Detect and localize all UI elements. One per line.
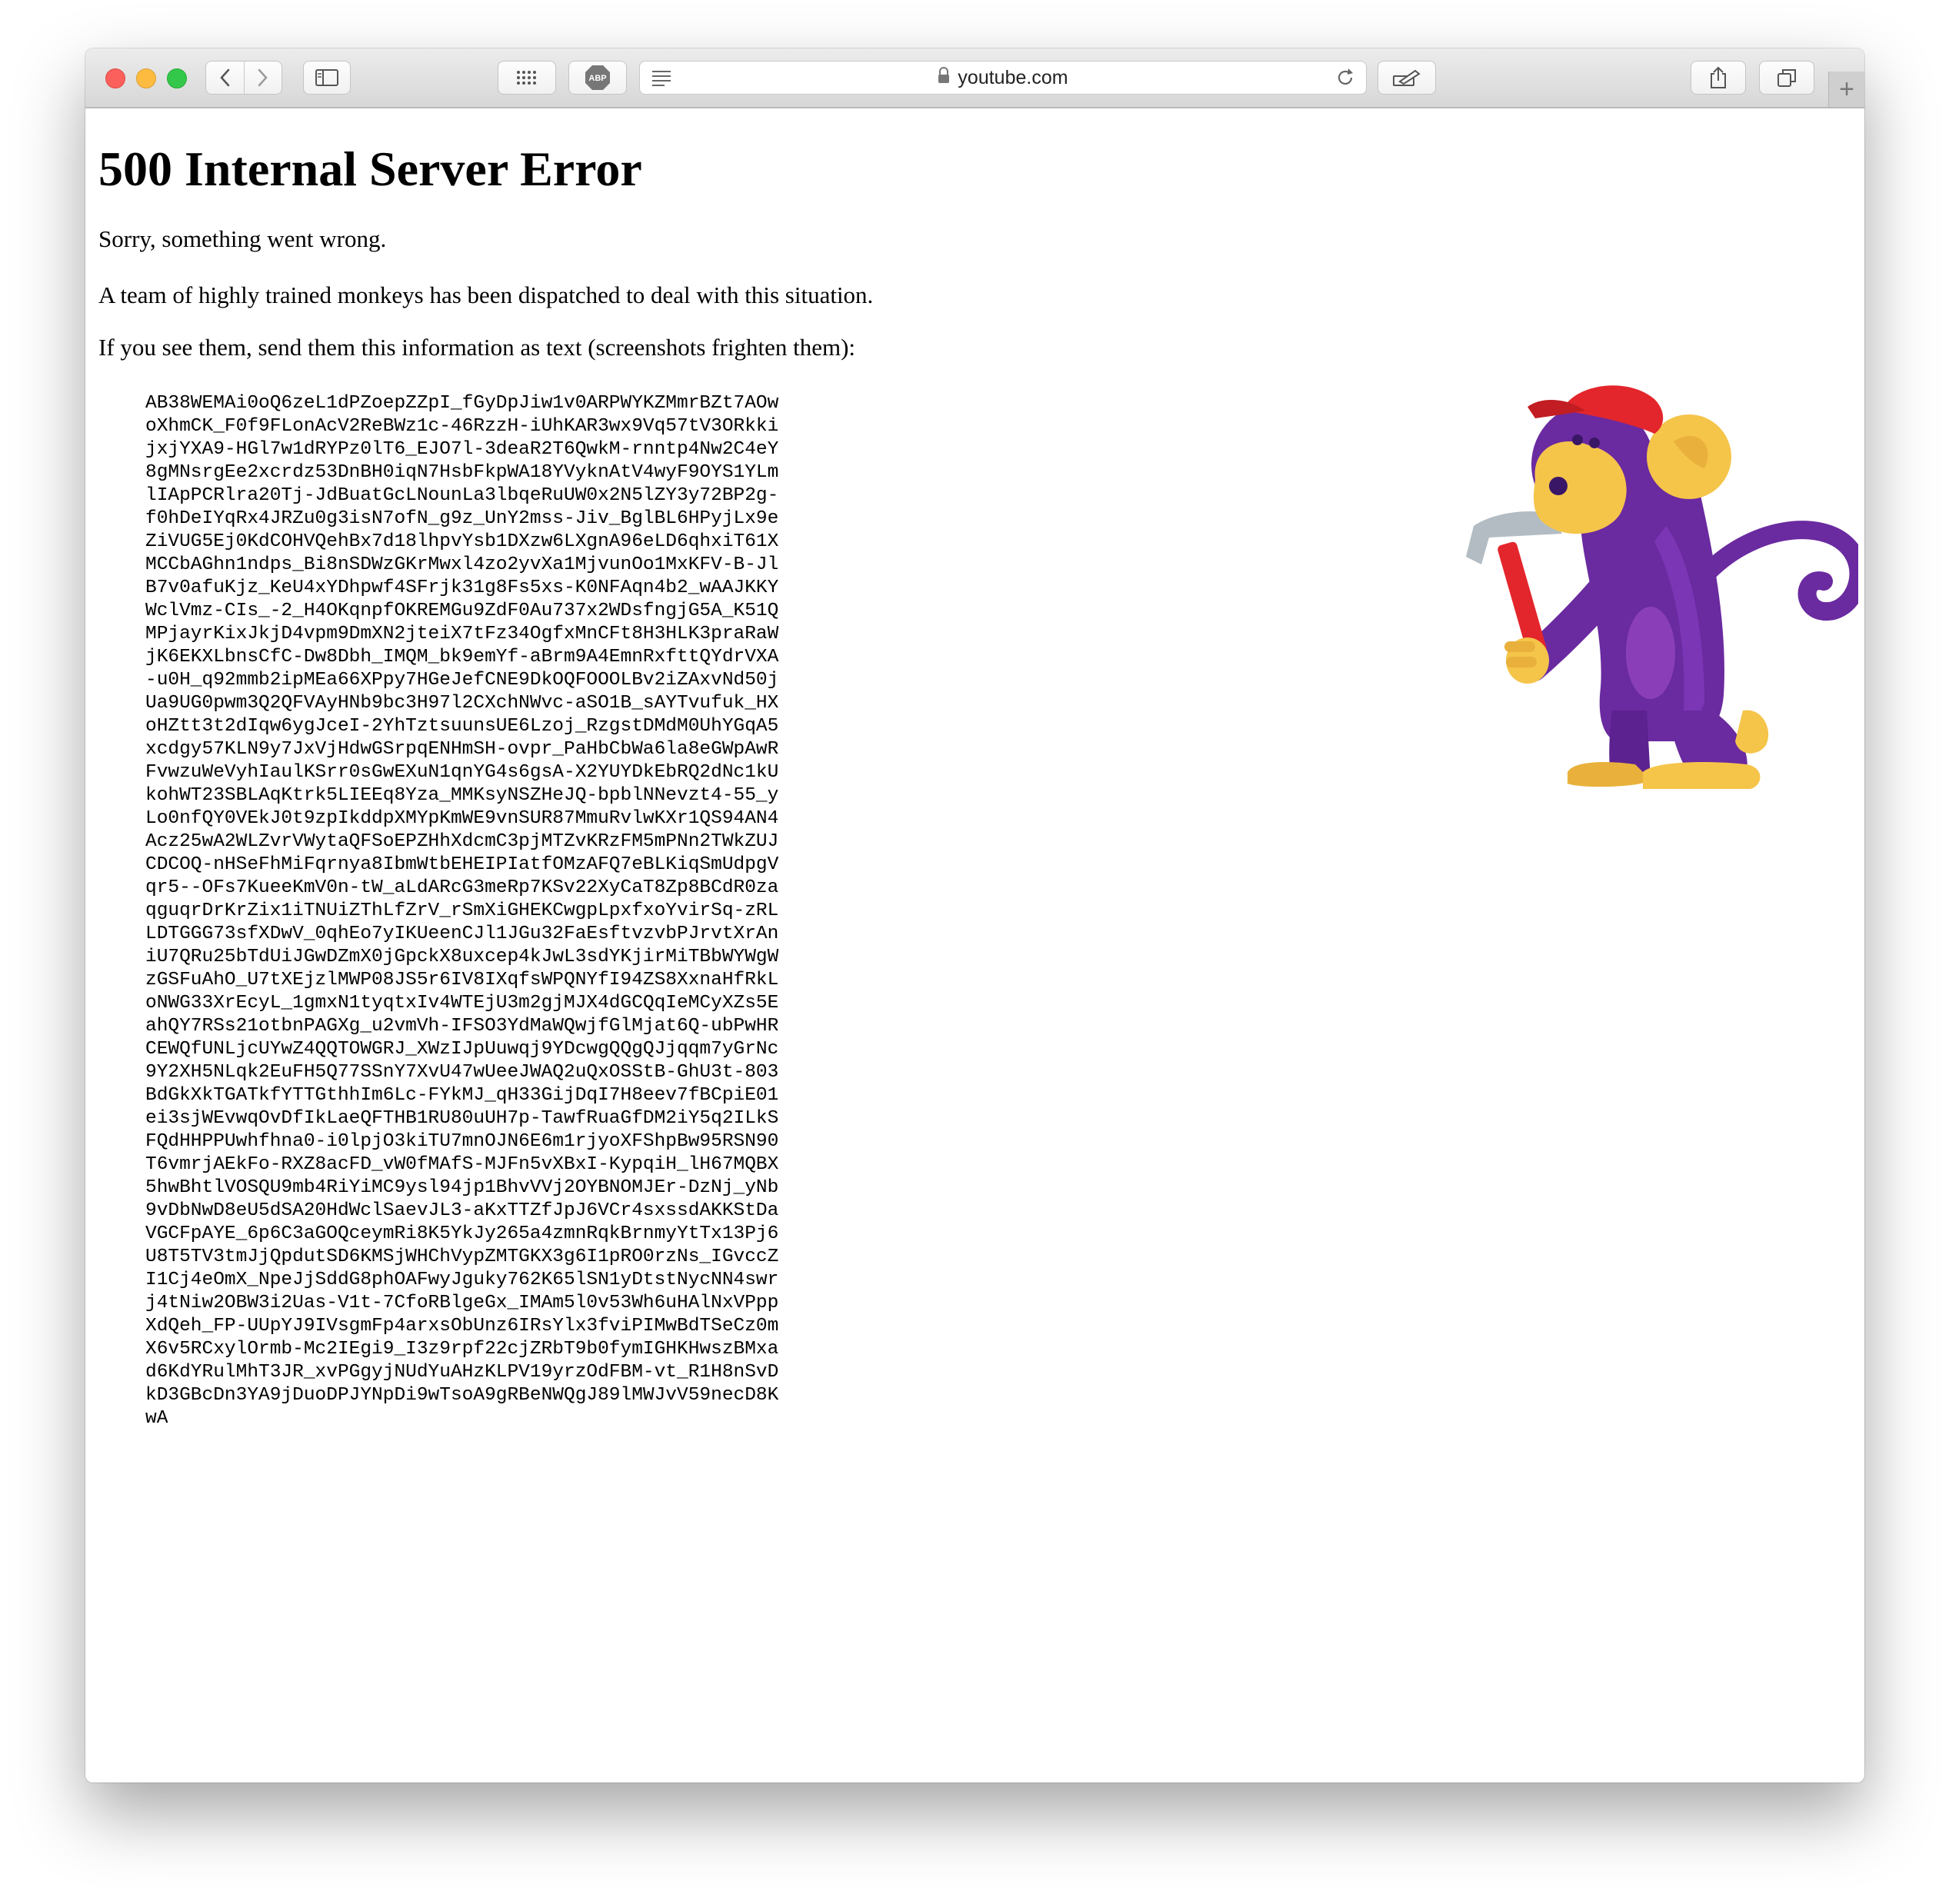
debug-info-line: iU7QRu25bTdUiJGwDZmX0jGpckX8uxcep4kJwL3s… (145, 947, 779, 967)
adblock-label: ABP (588, 74, 606, 83)
chevron-right-icon (258, 68, 268, 87)
debug-info-line: BdGkXkTGATkfYTTGthhIm6Lc-FYkMJ_qH33GijDq… (145, 1085, 779, 1106)
back-forward-group (205, 61, 282, 95)
monkey-illustration (1466, 385, 1858, 789)
share-icon (1711, 66, 1726, 88)
adblock-extension-button[interactable]: ABP (568, 61, 627, 95)
debug-info-line: zGSFuAhO_U7tXEjzlMWP08JS5r6IV8IXqfsWPQNY… (145, 970, 779, 990)
page-content: 500 Internal Server Error Sorry, somethi… (85, 108, 1864, 1783)
debug-info-line: U8T5TV3tmJjQpdutSD6KMSjWHChVypZMTGKX3g6I… (145, 1247, 779, 1267)
browser-window: ABP youtube.com + 500 Internal Server Er… (85, 48, 1864, 1783)
debug-info-line: CEWQfUNLjcUYwZ4QQTOWGRJ_XWzIJpUuwqj9YDcw… (145, 1039, 779, 1060)
instructions-message: If you see them, send them this informat… (98, 334, 856, 361)
page-title: 500 Internal Server Error (98, 141, 642, 196)
debug-info-line: oXhmCK_F0f9FLonAcV2ReBWz1c-46RzzH-iUhKAR… (145, 416, 779, 437)
error-message: Sorry, something went wrong. (98, 225, 387, 252)
debug-info-line: XdQeh_FP-UUpYJ9IVsgmFp4arxsObUnz6IRsYlx3… (145, 1316, 779, 1336)
browser-toolbar: ABP youtube.com + (85, 48, 1864, 108)
back-button[interactable] (206, 62, 245, 94)
debug-info-line: oHZtt3t2dIqw6ygJceI-2YhTztsuunsUE6Lzoj_R… (145, 716, 779, 737)
top-sites-button[interactable] (498, 61, 556, 95)
tab-overview-button[interactable] (1759, 61, 1814, 95)
reload-icon[interactable] (1335, 68, 1355, 92)
monkey-belly (1626, 607, 1675, 699)
monkey-eye-left (1572, 434, 1583, 445)
debug-info-line: wA (145, 1408, 168, 1429)
debug-info-line: d6KdYRulMhT3JR_xvPGgyjNUdYuAHzKLPV19yrzO… (145, 1362, 779, 1383)
debug-info-line: qr5--OFs7KueeKmV0n-tW_aLdARcG3meRp7KSv22… (145, 877, 779, 898)
debug-info-line: MCCbAGhn1ndps_Bi8nSDWzGKrMwxl4zo2yvXa1Mj… (145, 554, 779, 575)
pen-edit-icon (1393, 69, 1421, 86)
debug-info-line: xcdgy57KLN9y7JxVjHdwGSrpqENHmSH-ovpr_PaH… (145, 739, 779, 760)
debug-info-line: kohWT23SBLAqKtrk5LIEEq8Yza_MMKsyNSZHeJQ-… (145, 785, 779, 806)
debug-info-line: T6vmrjAEkFo-RXZ8acFD_vW0fMAfS-MJFn5vXBxI… (145, 1154, 779, 1175)
debug-info-line: 5hwBhtlVOSQU9mb4RiYiMC9ysl94jp1BhvVVj2OY… (145, 1177, 779, 1198)
debug-info-line: VGCFpAYE_6p6C3aGOQceymRi8K5YkJy265a4zmnR… (145, 1223, 779, 1244)
new-tab-label: + (1839, 74, 1854, 104)
debug-info-line: MPjayrKixJkjD4vpm9DmXN2jteiX7tFz34OgfxMn… (145, 624, 779, 644)
debug-info-line: 9Y2XH5NLqk2EuFH5Q77SSnY7XvU47wUeeJWAQ2uQ… (145, 1062, 779, 1083)
debug-info-line: jxjYXA9-HGl7w1dRYPz0lT6_EJO7l-3deaR2T6Qw… (145, 439, 779, 460)
address-bar[interactable]: youtube.com (639, 61, 1367, 95)
sidebar-icon (315, 69, 338, 86)
debug-info-block: AB38WEMAi0oQ6zeL1dPZoepZZpI_fGyDpJiw1v0A… (145, 392, 778, 1430)
debug-info-line: ZiVUG5Ej0KdCOHVQehBx7d18lhpvYsb1DXzw6LXg… (145, 531, 779, 552)
debug-info-line: Acz25wA2WLZvrVWytaQFSoEPZHhXdcmC3pjMTZvK… (145, 831, 779, 852)
share-button[interactable] (1691, 61, 1746, 95)
new-tab-button[interactable]: + (1828, 72, 1864, 107)
debug-info-line: AB38WEMAi0oQ6zeL1dPZoepZZpI_fGyDpJiw1v0A… (145, 393, 779, 414)
debug-info-line: lIApPCRlra20Tj-JdBuatGcLNounLa3lbqeRuUW0… (145, 485, 779, 506)
debug-info-line: 9vDbNwD8eU5dSA20HdWclSaevJL3-aKxTTZfJpJ6… (145, 1200, 779, 1221)
debug-info-line: B7v0afuKjz_KeU4xYDhpwf4SFrjk31g8Fs5xs-K0… (145, 578, 779, 598)
address-display[interactable]: youtube.com (640, 62, 1366, 94)
monkey-tail (1695, 521, 1858, 621)
tabs-icon (1777, 69, 1796, 87)
markup-button[interactable] (1378, 61, 1436, 95)
adblock-icon: ABP (585, 65, 610, 90)
debug-info-line: Ua9UG0pwm3Q2QFVAyHNb9bc3H97l2CXchNWvc-aS… (145, 693, 779, 714)
debug-info-line: 8gMNsrgEe2xcrdz53DnBH0iqN7HsbFkpWA18YVyk… (145, 462, 779, 483)
zoom-window-button[interactable] (167, 68, 187, 88)
debug-info-line: FvwzuWeVyhIaulKSrr0sGwEXuN1qnYG4s6gsA-X2… (145, 762, 779, 783)
sidebar-button[interactable] (303, 61, 351, 95)
debug-info-line: LDTGGG73sfXDwV_0qhEo7yIKUeenCJl1JGu32FaE… (145, 924, 779, 944)
debug-info-line: I1Cj4eOmX_NpeJjSddG8phOAFwyJguky762K65lS… (145, 1270, 779, 1290)
debug-info-line: jK6EKXLbnsCfC-Dw8Dbh_IMQM_bk9emYf-aBrm9A… (145, 647, 779, 667)
debug-info-line: FQdHHPPUwhfhna0-i0lpjO3kiTU7mnOJN6E6m1rj… (145, 1131, 779, 1152)
debug-info-line: ahQY7RSs21otbnPAGXg_u2vmVh-IFSO3YdMaWQwj… (145, 1016, 779, 1037)
monkey-foot-front (1643, 762, 1761, 789)
debug-info-line: ei3sjWEvwqOvDfIkLaeQFTHB1RU80uUH7p-TawfR… (145, 1108, 779, 1129)
debug-info-line: Lo0nfQY0VEkJ0t9zpIkddpXMYpKmWE9vnSUR87Mm… (145, 808, 779, 829)
debug-info-line: f0hDeIYqRx4JRZu0g3isN7ofN_g9z_UnY2mss-Ji… (145, 508, 779, 529)
debug-info-line: CDCOQ-nHSeFhMiFqrnya8IbmWtbEHEIPIatfOMzA… (145, 854, 779, 875)
monkey-toes (1735, 710, 1769, 754)
monkeys-message: A team of highly trained monkeys has bee… (98, 281, 874, 308)
grid-icon (517, 71, 536, 85)
minimize-window-button[interactable] (136, 68, 156, 88)
url-text: youtube.com (958, 66, 1068, 88)
debug-info-line: X6v5RCxylOrmb-Mc2IEgi9_I3z9rpf22cjZRbT9b… (145, 1339, 779, 1360)
chevron-left-icon (220, 68, 230, 87)
monkey-nostril (1549, 477, 1568, 495)
debug-info-line: -u0H_q92mmb2ipMEa66XPpy7HGeJefCNE9DkOQFO… (145, 670, 779, 691)
debug-info-line: oNWG33XrEcyL_1gmxN1tyqtxIv4WTEjU3m2gjMJX… (145, 993, 779, 1014)
forward-button[interactable] (245, 62, 282, 94)
debug-info-line: kD3GBcDn3YA9jDuoDPJYNpDi9wTsoA9gRBeNWQgJ… (145, 1385, 779, 1406)
close-window-button[interactable] (105, 68, 125, 88)
lock-icon (938, 66, 950, 89)
debug-info-line: WclVmz-CIs_-2_H4OKqnpfOKREMGu9ZdF0Au737x… (145, 601, 779, 621)
monkey-eye-right (1589, 438, 1600, 448)
debug-info-line: j4tNiw2OBW3i2Uas-V1t-7CfoRBlgeGx_IMAm5l0… (145, 1293, 779, 1313)
debug-info-line: qguqrDrKrZix1iTNUiZThLfZrV_rSmXiGHEKCwgp… (145, 900, 779, 921)
